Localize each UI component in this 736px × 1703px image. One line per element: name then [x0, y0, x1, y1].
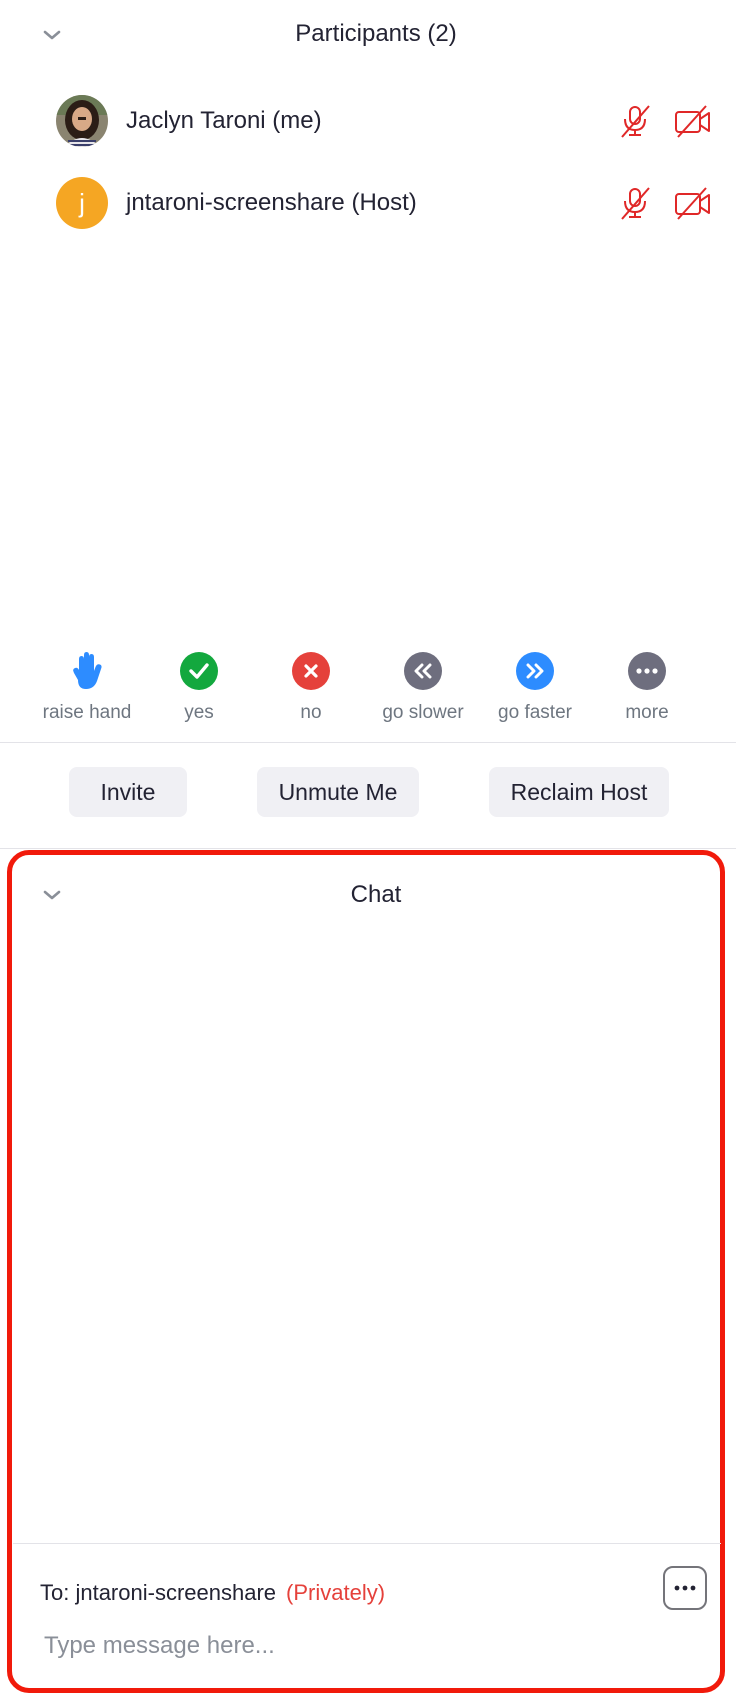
participants-title: Participants (2) — [295, 20, 457, 47]
check-icon — [180, 652, 218, 690]
video-off-icon[interactable] — [674, 103, 712, 139]
chat-recipient-selector[interactable]: To: jntaroni-screenshare (Privately) — [40, 1580, 385, 1606]
mic-muted-icon[interactable] — [617, 185, 653, 221]
video-off-icon[interactable] — [674, 185, 712, 221]
chat-highlight-box — [7, 850, 725, 1693]
invite-button[interactable]: Invite — [69, 767, 187, 817]
more-dots-icon — [674, 1585, 696, 1591]
avatar-photo — [56, 95, 108, 147]
chat-more-button[interactable] — [663, 1566, 707, 1610]
fast-forward-icon — [516, 652, 554, 690]
reaction-more[interactable]: more — [592, 652, 702, 724]
chat-recipient: To: jntaroni-screenshare — [40, 1580, 277, 1605]
reaction-label: no — [300, 702, 322, 723]
participant-name: jntaroni-screenshare (Host) — [126, 189, 417, 216]
participant-row[interactable]: Jaclyn Taroni (me) — [0, 86, 736, 156]
participant-name: Jaclyn Taroni (me) — [126, 107, 322, 134]
reclaim-host-button[interactable]: Reclaim Host — [489, 767, 669, 817]
divider — [0, 742, 736, 743]
reaction-label: go faster — [498, 702, 572, 723]
reaction-go-slower[interactable]: go slower — [368, 652, 478, 724]
chat-title: Chat — [350, 881, 402, 908]
avatar: j — [56, 177, 108, 229]
raise-hand-icon — [68, 652, 106, 690]
reaction-yes[interactable]: yes — [144, 652, 254, 724]
rewind-icon — [404, 652, 442, 690]
avatar — [56, 95, 108, 147]
x-icon — [292, 652, 330, 690]
reaction-go-faster[interactable]: go faster — [480, 652, 590, 724]
reaction-label: yes — [184, 702, 214, 723]
mic-muted-icon[interactable] — [617, 103, 653, 139]
reaction-no[interactable]: no — [256, 652, 366, 724]
reaction-label: more — [625, 702, 669, 723]
reaction-label: go slower — [382, 702, 464, 723]
more-dots-icon — [628, 652, 666, 690]
reaction-label: raise hand — [42, 702, 132, 723]
chat-message-input[interactable] — [44, 1632, 644, 1660]
reaction-raise-hand[interactable]: raise hand — [32, 652, 142, 724]
unmute-me-button[interactable]: Unmute Me — [257, 767, 419, 817]
divider — [0, 848, 736, 849]
participant-row[interactable]: j jntaroni-screenshare (Host) — [0, 168, 736, 238]
chat-input-divider — [13, 1543, 721, 1544]
privately-label: (Privately) — [286, 1580, 386, 1605]
